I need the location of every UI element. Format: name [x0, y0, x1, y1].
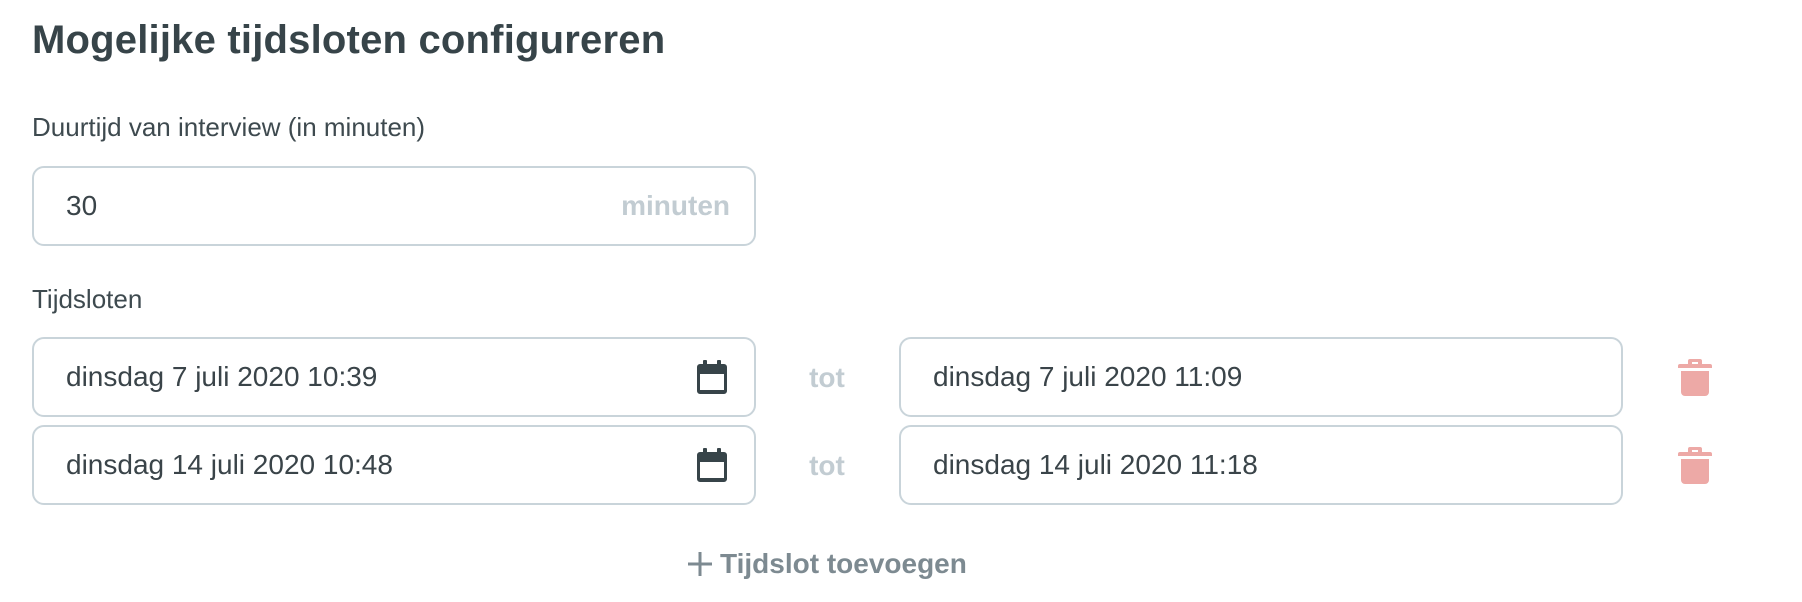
timeslots-label: Tijdsloten	[32, 284, 143, 314]
add-timeslot-label: Tijdslot toevoegen	[720, 548, 967, 579]
trash-icon[interactable]	[1678, 446, 1712, 484]
plus-icon	[688, 552, 712, 576]
duration-label: Duurtijd van interview (in minuten)	[32, 112, 426, 142]
timeslot-end-field[interactable]	[899, 337, 1623, 417]
timeslot-end-input[interactable]	[933, 361, 1597, 393]
duration-suffix: minuten	[621, 190, 730, 221]
calendar-icon[interactable]	[694, 447, 730, 483]
timeslot-start-field[interactable]	[32, 425, 756, 505]
calendar-icon[interactable]	[694, 359, 730, 395]
add-timeslot-button[interactable]: Tijdslot toevoegen	[686, 548, 967, 580]
duration-field[interactable]: minuten	[32, 166, 756, 246]
page-title: Mogelijke tijdsloten configureren	[32, 18, 666, 62]
timeslot-start-field[interactable]	[32, 337, 756, 417]
timeslot-separator: tot	[809, 362, 845, 393]
timeslot-start-input[interactable]	[66, 361, 694, 393]
timeslot-end-field[interactable]	[899, 425, 1623, 505]
timeslot-start-input[interactable]	[66, 449, 694, 481]
timeslot-end-input[interactable]	[933, 449, 1597, 481]
timeslot-separator: tot	[809, 450, 845, 481]
trash-icon[interactable]	[1678, 358, 1712, 396]
duration-input[interactable]	[66, 190, 622, 222]
